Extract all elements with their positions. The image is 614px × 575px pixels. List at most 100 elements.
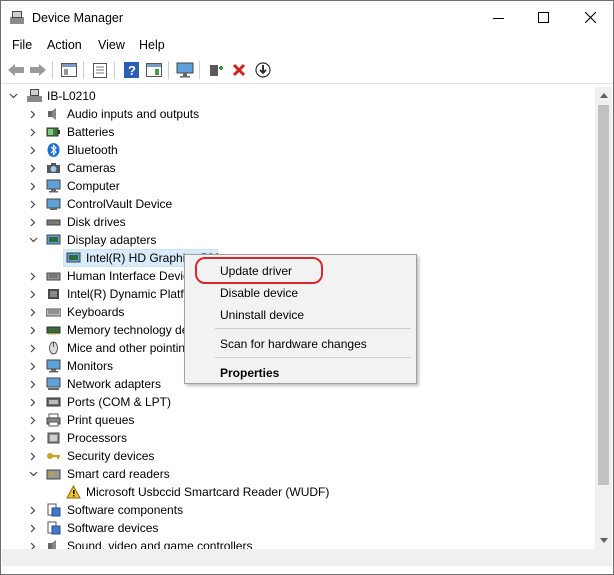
tree-item-label: Computer: [67, 179, 120, 193]
tree-item-label: Software devices: [67, 521, 159, 535]
chevron-right-icon[interactable]: [28, 450, 38, 462]
menu-properties[interactable]: Properties: [186, 361, 415, 383]
tree-item-label: Bluetooth: [67, 143, 118, 157]
menu-separator: [215, 357, 411, 358]
tree-category-row[interactable]: Audio inputs and outputs: [2, 105, 595, 123]
menu-disable-device[interactable]: Disable device: [186, 281, 415, 303]
update-driver-button[interactable]: [206, 60, 226, 80]
menu-uninstall-device-label: Uninstall device: [220, 308, 305, 322]
toolbar-separator: [52, 61, 53, 79]
chevron-down-icon[interactable]: [8, 90, 18, 102]
back-button[interactable]: [6, 60, 26, 80]
svg-text:?: ?: [128, 63, 136, 78]
chevron-down-icon[interactable]: [28, 468, 38, 480]
horizontal-scrollbar[interactable]: [2, 549, 595, 566]
menu-file[interactable]: File: [12, 38, 32, 52]
chevron-right-icon[interactable]: [28, 414, 38, 426]
chevron-right-icon[interactable]: [28, 342, 38, 354]
tree-root[interactable]: IB-L0210: [2, 87, 595, 105]
chevron-right-icon[interactable]: [28, 288, 38, 300]
download-driver-icon: [255, 62, 271, 78]
tree-category-row[interactable]: Batteries: [2, 123, 595, 141]
chevron-right-icon[interactable]: [28, 306, 38, 318]
memory-icon: [46, 326, 61, 335]
security-device-icon: [46, 198, 61, 210]
tree-item-label: Smart card readers: [67, 467, 170, 481]
show-hide-console-tree-button[interactable]: [59, 60, 79, 80]
chevron-right-icon[interactable]: [28, 162, 38, 174]
battery-icon: [46, 127, 60, 137]
chevron-right-icon[interactable]: [28, 504, 38, 516]
chevron-right-icon[interactable]: [28, 324, 38, 336]
chevron-right-icon[interactable]: [28, 540, 38, 549]
tree-item-label: Print queues: [67, 413, 135, 427]
chevron-down-icon[interactable]: [28, 234, 38, 246]
tree-category-row[interactable]: Smart card readers: [2, 465, 595, 483]
forward-button[interactable]: [28, 60, 48, 80]
menu-bar: File Action View Help: [1, 34, 613, 56]
tree-category-row[interactable]: Ports (COM & LPT): [2, 393, 595, 411]
chip-icon: [48, 289, 59, 299]
monitor-icon: [46, 359, 61, 373]
tree-item-label: Security devices: [67, 449, 155, 463]
scan-hardware-button[interactable]: [175, 60, 195, 80]
chevron-right-icon[interactable]: [28, 198, 38, 210]
uninstall-button[interactable]: [229, 60, 249, 80]
action-pane-button[interactable]: [144, 60, 164, 80]
chevron-right-icon[interactable]: [28, 360, 38, 372]
scroll-up-arrow[interactable]: [595, 87, 612, 104]
enable-device-button[interactable]: [253, 60, 273, 80]
processor-icon: [47, 432, 60, 444]
chevron-right-icon[interactable]: [28, 396, 38, 408]
chevron-right-icon[interactable]: [28, 216, 38, 228]
tree-category-row[interactable]: Computer: [2, 177, 595, 195]
close-button[interactable]: [567, 1, 613, 34]
help-button[interactable]: ?: [121, 60, 141, 80]
annotation-highlight-ring: [195, 257, 323, 284]
tree-category-row[interactable]: Security devices: [2, 447, 595, 465]
tree-category-row[interactable]: Sound, video and game controllers: [2, 537, 595, 549]
properties-button[interactable]: [90, 60, 110, 80]
tree-category-row[interactable]: Bluetooth: [2, 141, 595, 159]
tree-item-label: Keyboards: [67, 305, 125, 319]
minimize-button[interactable]: [475, 1, 521, 34]
menu-view[interactable]: View: [98, 38, 125, 52]
vertical-scrollbar[interactable]: [595, 87, 612, 549]
warning-icon: [66, 485, 81, 499]
tree-category-row[interactable]: Disk drives: [2, 213, 595, 231]
chevron-right-icon[interactable]: [28, 180, 38, 192]
menu-help[interactable]: Help: [139, 38, 165, 52]
network-icon: [46, 377, 61, 390]
tree-category-row[interactable]: Software devices: [2, 519, 595, 537]
chevron-right-icon[interactable]: [28, 108, 38, 120]
forward-arrow-icon: [30, 64, 46, 76]
tree-category-row[interactable]: Print queues: [2, 411, 595, 429]
menu-uninstall-device[interactable]: Uninstall device: [186, 303, 415, 325]
menu-scan-hardware[interactable]: Scan for hardware changes: [186, 332, 415, 354]
chevron-right-icon[interactable]: [28, 522, 38, 534]
chevron-down-icon: [599, 538, 608, 543]
chevron-right-icon[interactable]: [28, 126, 38, 138]
disk-drive-icon: [46, 219, 61, 226]
tree-category-row[interactable]: Software components: [2, 501, 595, 519]
chevron-right-icon[interactable]: [28, 144, 38, 156]
tree-item-label: Human Interface Devices: [67, 269, 202, 283]
tree-category-row[interactable]: Processors: [2, 429, 595, 447]
tree-category-row[interactable]: ControlVault Device: [2, 195, 595, 213]
tree-category-row[interactable]: Display adapters: [2, 231, 595, 249]
maximize-button[interactable]: [520, 1, 566, 34]
mouse-icon: [49, 341, 58, 355]
menu-action[interactable]: Action: [47, 38, 82, 52]
display-adapter-icon: [46, 234, 61, 245]
toolbar: ?: [1, 56, 613, 84]
uninstall-x-icon: [232, 63, 246, 77]
tree-category-row[interactable]: Cameras: [2, 159, 595, 177]
tree-child-row[interactable]: Microsoft Usbccid Smartcard Reader (WUDF…: [2, 483, 595, 501]
chevron-right-icon[interactable]: [28, 270, 38, 282]
menu-scan-hardware-label: Scan for hardware changes: [220, 337, 367, 351]
scroll-down-arrow[interactable]: [595, 532, 612, 549]
hid-icon: [46, 272, 61, 281]
vertical-scroll-thumb[interactable]: [598, 105, 609, 485]
chevron-right-icon[interactable]: [28, 378, 38, 390]
chevron-right-icon[interactable]: [28, 432, 38, 444]
